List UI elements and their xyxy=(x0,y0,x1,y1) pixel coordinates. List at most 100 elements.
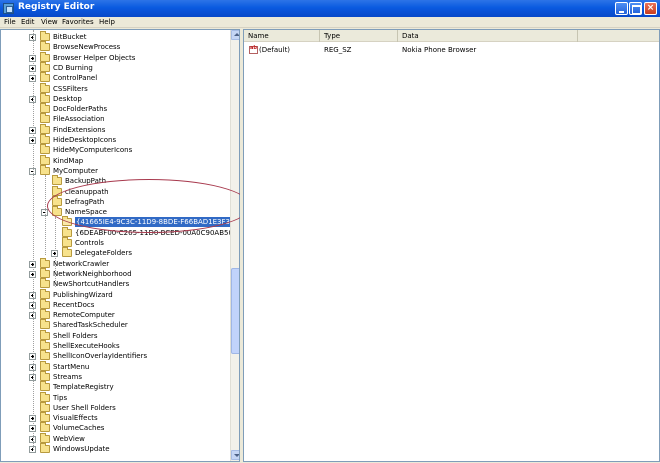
folder-icon xyxy=(40,412,50,423)
tree-item[interactable]: NetworkNeighborhood xyxy=(1,267,231,279)
folder-icon xyxy=(40,340,50,350)
tree-item[interactable]: DocFolderPaths xyxy=(1,103,231,114)
tree-item[interactable]: HideMyComputerIcons xyxy=(1,144,231,155)
tree-item[interactable]: Desktop xyxy=(1,92,231,104)
tree-item[interactable]: FileAssociation xyxy=(1,113,231,124)
folder-icon xyxy=(40,370,50,381)
tree-item[interactable]: RemoteComputer xyxy=(1,309,231,320)
menu-bar: File Edit View Favorites Help xyxy=(0,17,660,28)
open-folder-icon xyxy=(62,216,72,227)
value-name: (Default) xyxy=(259,46,291,54)
menu-favorites[interactable]: Favorites xyxy=(62,17,94,28)
folder-icon xyxy=(40,123,50,134)
tree-item[interactable]: VisualEffects xyxy=(1,412,231,423)
tree-item-label: {41665IE4-9C3C-11D9-8BDE-F66BAD1E3F3A} xyxy=(75,217,240,228)
tree-item[interactable]: VolumeCaches xyxy=(1,422,231,433)
tree-item[interactable]: DefragPath xyxy=(1,195,231,207)
folder-icon xyxy=(40,144,50,155)
tree-item-label: FindExtensions xyxy=(53,125,106,134)
tree-item[interactable]: Controls xyxy=(1,237,231,248)
tree-item-label: CD Burning xyxy=(53,63,93,72)
tree-item[interactable]: cleanuppath xyxy=(1,185,231,197)
tree-item[interactable]: WindowsUpdate xyxy=(1,443,231,454)
scroll-up-arrow-icon[interactable] xyxy=(231,30,239,40)
tree-item-label: KindMap xyxy=(53,156,84,165)
folder-icon xyxy=(40,319,50,330)
menu-view[interactable]: View xyxy=(41,17,58,28)
scroll-thumb[interactable] xyxy=(231,268,239,354)
menu-file[interactable]: File xyxy=(4,17,16,28)
value-type: REG_SZ xyxy=(324,46,352,54)
tree-item[interactable]: ShellIconOverlayIdentifiers xyxy=(1,350,231,361)
tree-item-label: HideMyComputerIcons xyxy=(53,146,133,155)
tree-item[interactable]: TemplateRegistry xyxy=(1,381,231,392)
tree-item[interactable]: User Shell Folders xyxy=(1,401,231,413)
folder-icon xyxy=(40,103,50,114)
tree-item-label: Desktop xyxy=(53,94,82,103)
column-header-type[interactable]: Type xyxy=(320,30,398,42)
tree-item[interactable]: MyComputer xyxy=(1,164,231,176)
tree-item[interactable]: FindExtensions xyxy=(1,123,231,135)
tree-item[interactable]: ControlPanel xyxy=(1,72,231,83)
tree-item[interactable]: Browser Helper Objects xyxy=(1,51,231,63)
tree-item-label: WindowsUpdate xyxy=(53,445,110,453)
tree-item[interactable]: BitBucket xyxy=(1,31,231,42)
folder-icon xyxy=(52,195,62,206)
tree-item[interactable]: RecentDocs xyxy=(1,298,231,310)
tree-item[interactable]: Tips xyxy=(1,391,231,403)
column-header-name[interactable]: Name xyxy=(244,30,320,42)
folder-icon xyxy=(40,267,50,278)
tree-item[interactable]: HideDesktopIcons xyxy=(1,134,231,145)
minimize-button[interactable] xyxy=(615,2,628,15)
tree-item[interactable]: StartMenu xyxy=(1,360,231,372)
folder-icon xyxy=(40,82,50,93)
tree-item-label: cleanuppath xyxy=(65,187,109,196)
tree-guide-line xyxy=(45,175,46,255)
tree-item[interactable]: Streams xyxy=(1,370,231,382)
values-list[interactable]: Name Type Data (Default) REG_SZ Nokia Ph… xyxy=(243,29,660,462)
tree-item-label: FileAssociation xyxy=(53,115,105,124)
tree-item[interactable]: PublishingWizard xyxy=(1,288,231,300)
folder-icon xyxy=(62,237,72,247)
tree-item-label: BitBucket xyxy=(53,33,87,41)
tree-item[interactable]: KindMap xyxy=(1,154,231,166)
list-row[interactable]: (Default) REG_SZ Nokia Phone Browser xyxy=(244,44,659,56)
folder-icon xyxy=(62,247,72,258)
scroll-down-arrow-icon[interactable] xyxy=(231,450,239,460)
menu-help[interactable]: Help xyxy=(99,17,115,28)
tree-item-label: {6DEABF00-C265-11D0-BCED-00A0C90AB50F} xyxy=(75,228,240,237)
tree-item-label: DocFolderPaths xyxy=(53,105,108,114)
registry-editor-window: Registry Editor × File Edit View Favorit… xyxy=(0,0,660,463)
tree-item[interactable]: BackupPath xyxy=(1,175,231,186)
folder-icon xyxy=(40,381,50,392)
tree-item-label: DelegateFolders xyxy=(75,249,133,258)
tree-guide-line xyxy=(33,30,34,450)
tree-item[interactable]: DelegateFolders xyxy=(1,247,231,258)
tree-item-label: Controls xyxy=(75,239,104,247)
maximize-button[interactable] xyxy=(629,2,642,15)
column-header-data[interactable]: Data xyxy=(398,30,578,42)
tree-item[interactable]: {41665IE4-9C3C-11D9-8BDE-F66BAD1E3F3A} xyxy=(1,216,239,228)
close-button[interactable]: × xyxy=(644,2,657,15)
folder-icon xyxy=(40,422,50,433)
menu-edit[interactable]: Edit xyxy=(21,17,35,28)
tree-item[interactable]: NameSpace xyxy=(1,206,231,217)
tree-vertical-scrollbar[interactable] xyxy=(230,30,239,461)
tree-item[interactable]: NetworkCrawler xyxy=(1,257,231,269)
tree-item[interactable]: NewShortcutHandlers xyxy=(1,278,231,289)
tree-item-label: ShellIconOverlayIdentifiers xyxy=(53,352,148,361)
tree-item[interactable]: {6DEABF00-C265-11D0-BCED-00A0C90AB50F} xyxy=(1,226,239,238)
title-bar[interactable]: Registry Editor × xyxy=(0,0,660,17)
tree-item[interactable]: CD Burning xyxy=(1,61,231,73)
tree-item[interactable]: CSSFilters xyxy=(1,82,231,94)
folder-icon xyxy=(62,226,72,237)
registry-tree[interactable]: BitBucket BrowseNewProcess Browser Helper … xyxy=(0,29,240,462)
folder-icon xyxy=(40,329,50,340)
tree-item[interactable]: SharedTaskScheduler xyxy=(1,319,231,330)
tree-item[interactable]: BrowseNewProcess xyxy=(1,41,231,52)
tree-item[interactable]: ShellExecuteHooks xyxy=(1,340,231,351)
folder-icon xyxy=(40,350,50,361)
tree-item[interactable]: WebView xyxy=(1,432,231,444)
tree-item-label: BrowseNewProcess xyxy=(53,43,121,52)
tree-item[interactable]: Shell Folders xyxy=(1,329,231,341)
